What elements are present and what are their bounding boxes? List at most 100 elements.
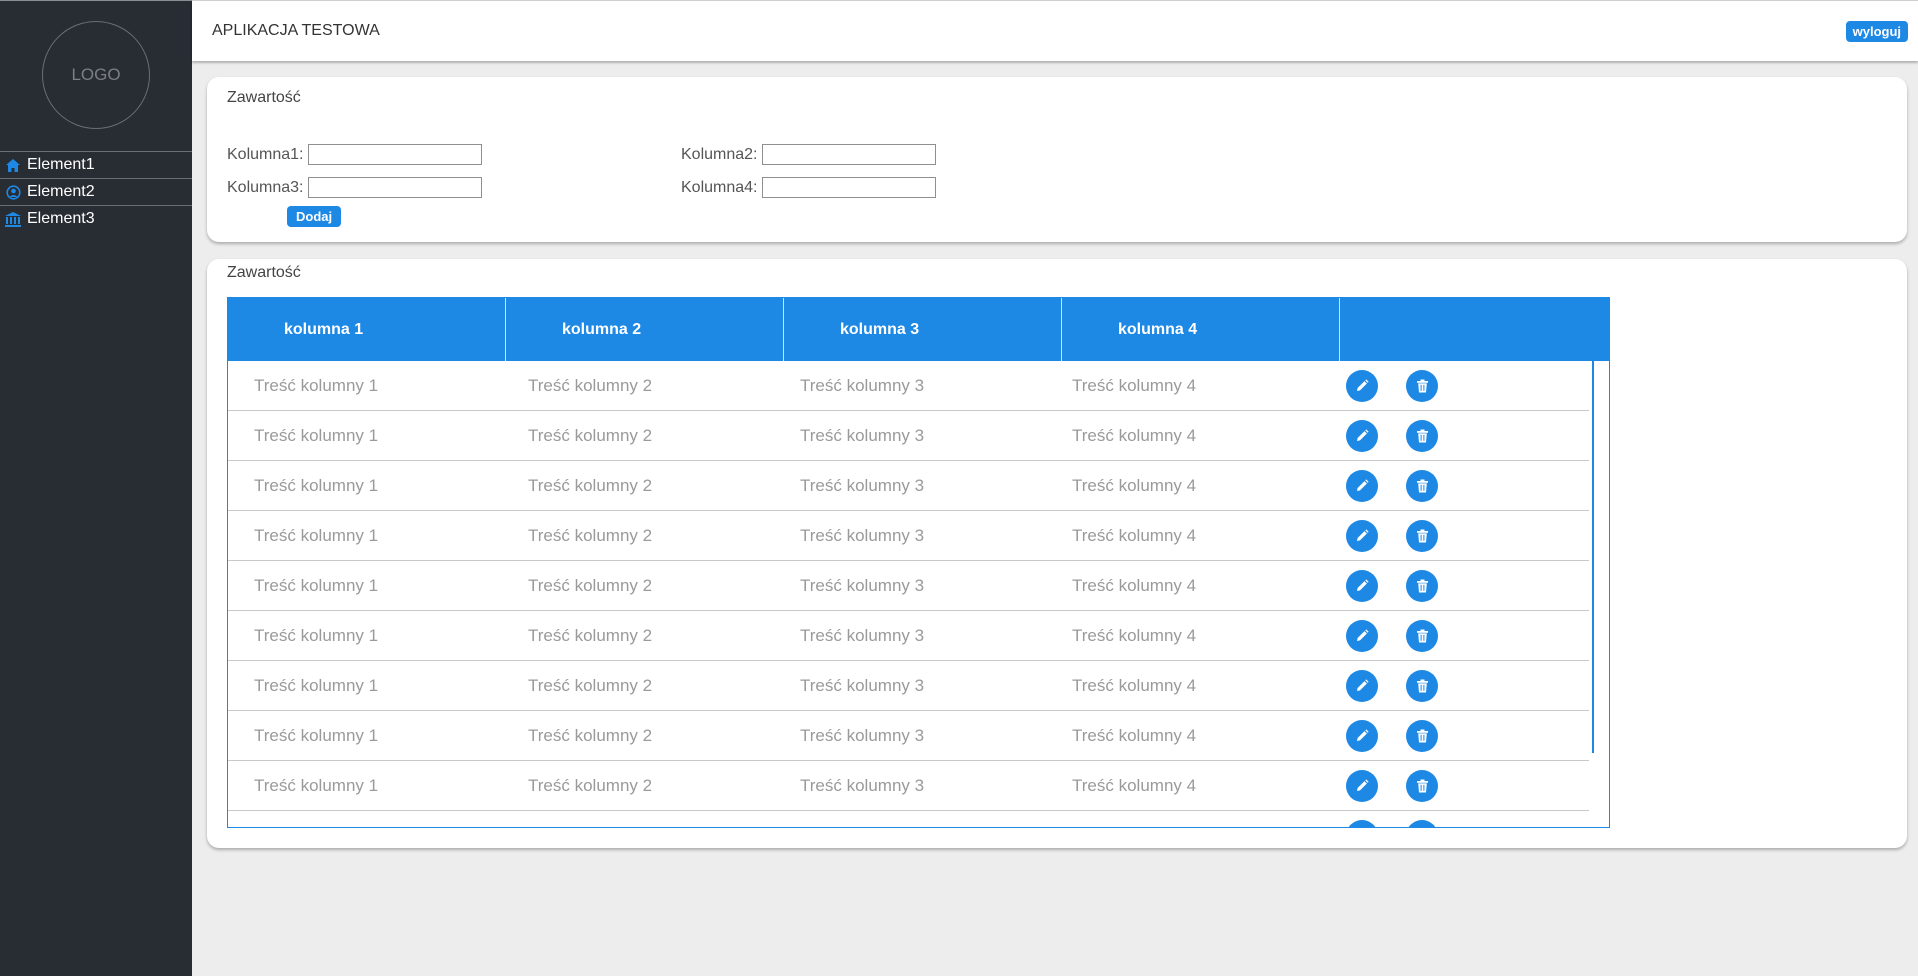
delete-button[interactable] [1406,469,1438,502]
table-row: Treść kolumny 1 Treść kolumny 2 Treść kolu… [228,511,1589,561]
table-cell: Treść kolumny 4 [1072,525,1197,545]
table-cell: Treść kolumny 1 [254,675,379,695]
table-cell: Treść kolumny 1 [254,525,379,545]
sidebar: LOGO Element1 Element2 Element3 [0,0,192,976]
form-card: Zawartość Kolumna1: Kolumna2: Kolumna3: … [207,77,1907,242]
table-cell: Treść kolumny 4 [1072,775,1197,795]
table-cell: Treść kolumny 2 [528,775,653,795]
trash-icon [1416,729,1429,743]
delete-button[interactable] [1406,669,1438,702]
trash-icon [1416,629,1429,643]
table-cell: Treść kolumny 4 [1072,625,1197,645]
table-cell: Treść kolumny 1 [254,625,379,645]
table-row: Treść kolumny 1 Treść kolumny 2 Treść kolu… [228,661,1589,711]
delete-button[interactable] [1406,369,1438,402]
edit-button[interactable] [1346,369,1378,402]
edit-button[interactable] [1346,569,1378,602]
kolumna1-input[interactable] [307,144,482,165]
table-cell: Treść kolumny 1 [254,425,379,445]
field-label: Kolumna1: [227,145,304,163]
column-header[interactable]: kolumna 4 [1062,298,1340,361]
pencil-icon [1355,728,1369,743]
bank-icon [4,210,22,228]
trash-icon [1416,379,1429,393]
table-cell: Treść kolumny 4 [1072,575,1197,595]
edit-button[interactable] [1346,419,1378,452]
table-cell: Treść kolumny 1 [254,375,379,395]
sidebar-item-element3[interactable]: Element3 [0,205,192,232]
form-field-kolumna2: Kolumna2: [681,144,936,165]
trash-icon [1416,429,1429,443]
column-header[interactable]: kolumna 2 [506,298,784,361]
table-row [228,811,1589,827]
table-header: kolumna 1 kolumna 2 kolumna 3 kolumna 4 [228,298,1609,361]
pencil-icon [1355,528,1369,543]
column-header[interactable]: kolumna 3 [784,298,1062,361]
delete-button[interactable] [1406,719,1438,752]
card-title: Zawartość [227,89,301,106]
pencil-icon [1355,578,1369,593]
table-body: Treść kolumny 1 Treść kolumny 2 Treść kolu… [228,361,1589,827]
edit-button[interactable] [1346,719,1378,752]
table-row: Treść kolumny 1 Treść kolumny 2 Treść kolu… [228,761,1589,811]
row-actions [1316,819,1438,827]
edit-button[interactable] [1346,669,1378,702]
app-title: APLIKACJA TESTOWA [212,22,380,39]
add-button[interactable]: Dodaj [287,206,342,227]
table-row: Treść kolumny 1 Treść kolumny 2 Treść kolu… [228,561,1589,611]
field-label: Kolumna2: [681,145,758,163]
field-label: Kolumna4: [681,178,758,196]
column-header-actions [1340,298,1609,361]
table-row: Treść kolumny 1 Treść kolumny 2 Treść kolu… [228,361,1589,411]
table-row: Treść kolumny 1 Treść kolumny 2 Treść kolu… [228,411,1589,461]
delete-button[interactable] [1406,819,1438,827]
table-cell: Treść kolumny 2 [528,675,653,695]
table-cell: Treść kolumny 2 [528,475,653,495]
sidebar-item-element1[interactable]: Element1 [0,151,192,178]
pencil-icon [1355,778,1369,793]
delete-button[interactable] [1406,419,1438,452]
sidebar-item-label: Element1 [27,156,95,173]
table-cell: Treść kolumny 1 [254,475,379,495]
row-actions [1316,469,1438,502]
column-header[interactable]: kolumna 1 [228,298,506,361]
pencil-icon [1355,378,1369,393]
logo: LOGO [42,21,150,129]
form-field-kolumna4: Kolumna4: [681,177,936,198]
table-cell: Treść kolumny 3 [800,525,925,545]
delete-button[interactable] [1406,769,1438,802]
row-actions [1316,569,1438,602]
card-title: Zawartość [227,264,301,281]
row-actions [1316,369,1438,402]
table-scrollbar[interactable] [1592,361,1594,753]
pencil-icon [1355,478,1369,493]
row-actions [1316,719,1438,752]
table-cell: Treść kolumny 2 [528,625,653,645]
edit-button[interactable] [1346,469,1378,502]
table-row: Treść kolumny 1 Treść kolumny 2 Treść kolu… [228,611,1589,661]
field-label: Kolumna3: [227,178,304,196]
trash-icon [1416,779,1429,793]
trash-icon [1416,529,1429,543]
edit-button[interactable] [1346,769,1378,802]
table-row: Treść kolumny 1 Treść kolumny 2 Treść kolu… [228,711,1589,761]
delete-button[interactable] [1406,519,1438,552]
row-actions [1316,519,1438,552]
edit-button[interactable] [1346,819,1378,827]
sidebar-item-label: Element2 [27,183,95,200]
table-cell: Treść kolumny 2 [528,425,653,445]
kolumna4-input[interactable] [761,177,936,198]
kolumna2-input[interactable] [761,144,936,165]
table-cell: Treść kolumny 4 [1072,375,1197,395]
table-cell: Treść kolumny 1 [254,775,379,795]
logout-button[interactable]: wyloguj [1845,21,1908,42]
delete-button[interactable] [1406,619,1438,652]
table-cell: Treść kolumny 3 [800,775,925,795]
edit-button[interactable] [1346,519,1378,552]
edit-button[interactable] [1346,619,1378,652]
data-table: kolumna 1 kolumna 2 kolumna 3 kolumna 4 … [227,297,1610,828]
form-field-kolumna3: Kolumna3: [227,177,482,198]
sidebar-item-element2[interactable]: Element2 [0,178,192,205]
kolumna3-input[interactable] [307,177,482,198]
delete-button[interactable] [1406,569,1438,602]
